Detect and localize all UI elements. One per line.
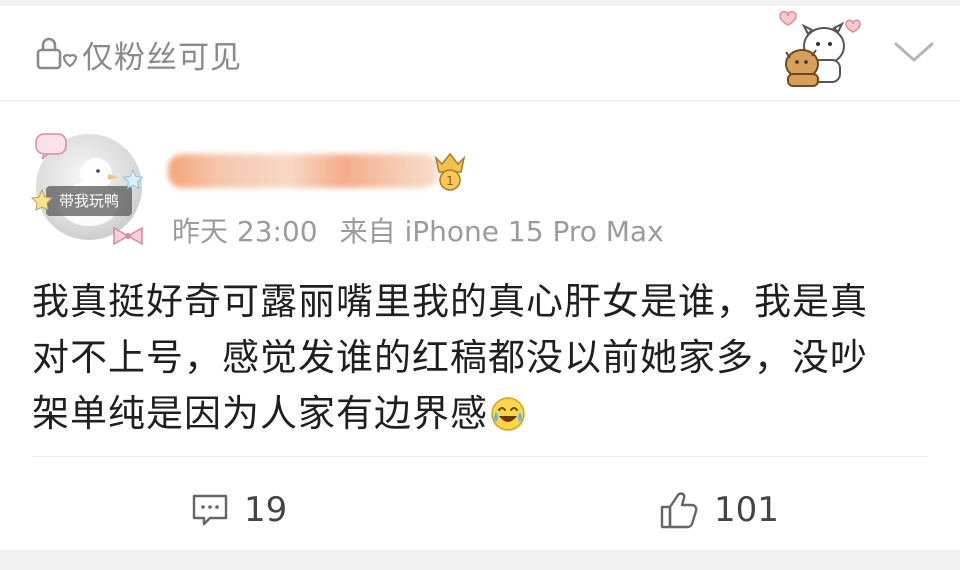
post-text-line-3: 架单纯是因为人家有边界感 [32, 386, 932, 442]
avatar-tag: 带我玩鸭 [46, 186, 132, 216]
speech-bubble-icon [35, 133, 67, 160]
feed-gap [0, 550, 960, 570]
avatar[interactable]: 带我玩鸭 [30, 128, 148, 246]
vip-crown-badge-icon: 1 [434, 152, 466, 191]
post-topbar: 仅粉丝可见 [0, 6, 960, 101]
comment-icon [192, 494, 228, 526]
post-text-line-2: 对不上号，感觉发谁的红稿都没以前她家多，没吵 [32, 336, 868, 379]
visibility-label: 仅粉丝可见 [82, 39, 242, 76]
bow-icon [113, 226, 143, 246]
post-text-line-1: 我真挺好奇可露丽嘴里我的真心肝女是谁，我是真 [32, 280, 868, 323]
post-time: 昨天 23:00 [172, 215, 318, 248]
dog-sticker-icon [779, 10, 861, 87]
redacted-username-blur [168, 154, 438, 188]
star-icon [122, 168, 144, 189]
post-text-line-3-text: 架单纯是因为人家有边界感 [32, 392, 488, 435]
post-card: 仅粉丝可见 带我玩鸭 1 昨天 23:00 来自 iPhone 15 Pro M… [0, 6, 960, 550]
laugh-cry-icon [491, 397, 525, 431]
chevron-down-icon[interactable] [890, 36, 938, 68]
actions-divider [32, 456, 928, 457]
username-redacted[interactable]: 1 [168, 148, 468, 194]
star-icon [30, 188, 54, 211]
post-meta: 昨天 23:00 来自 iPhone 15 Pro Max [172, 210, 664, 250]
visibility-indicator: 仅粉丝可见 [34, 34, 242, 76]
like-button[interactable]: 101 [658, 484, 779, 536]
comment-button[interactable]: 19 [190, 484, 287, 536]
svg-text:1: 1 [446, 174, 454, 188]
post-content: 我真挺好奇可露丽嘴里我的真心肝女是谁，我是真 对不上号，感觉发谁的红稿都没以前她… [32, 274, 932, 442]
comment-count: 19 [244, 490, 288, 530]
like-count: 101 [714, 490, 779, 530]
thumbs-up-icon [660, 492, 698, 529]
post-source: 来自 iPhone 15 Pro Max [339, 215, 664, 248]
lock-icon [36, 37, 78, 70]
